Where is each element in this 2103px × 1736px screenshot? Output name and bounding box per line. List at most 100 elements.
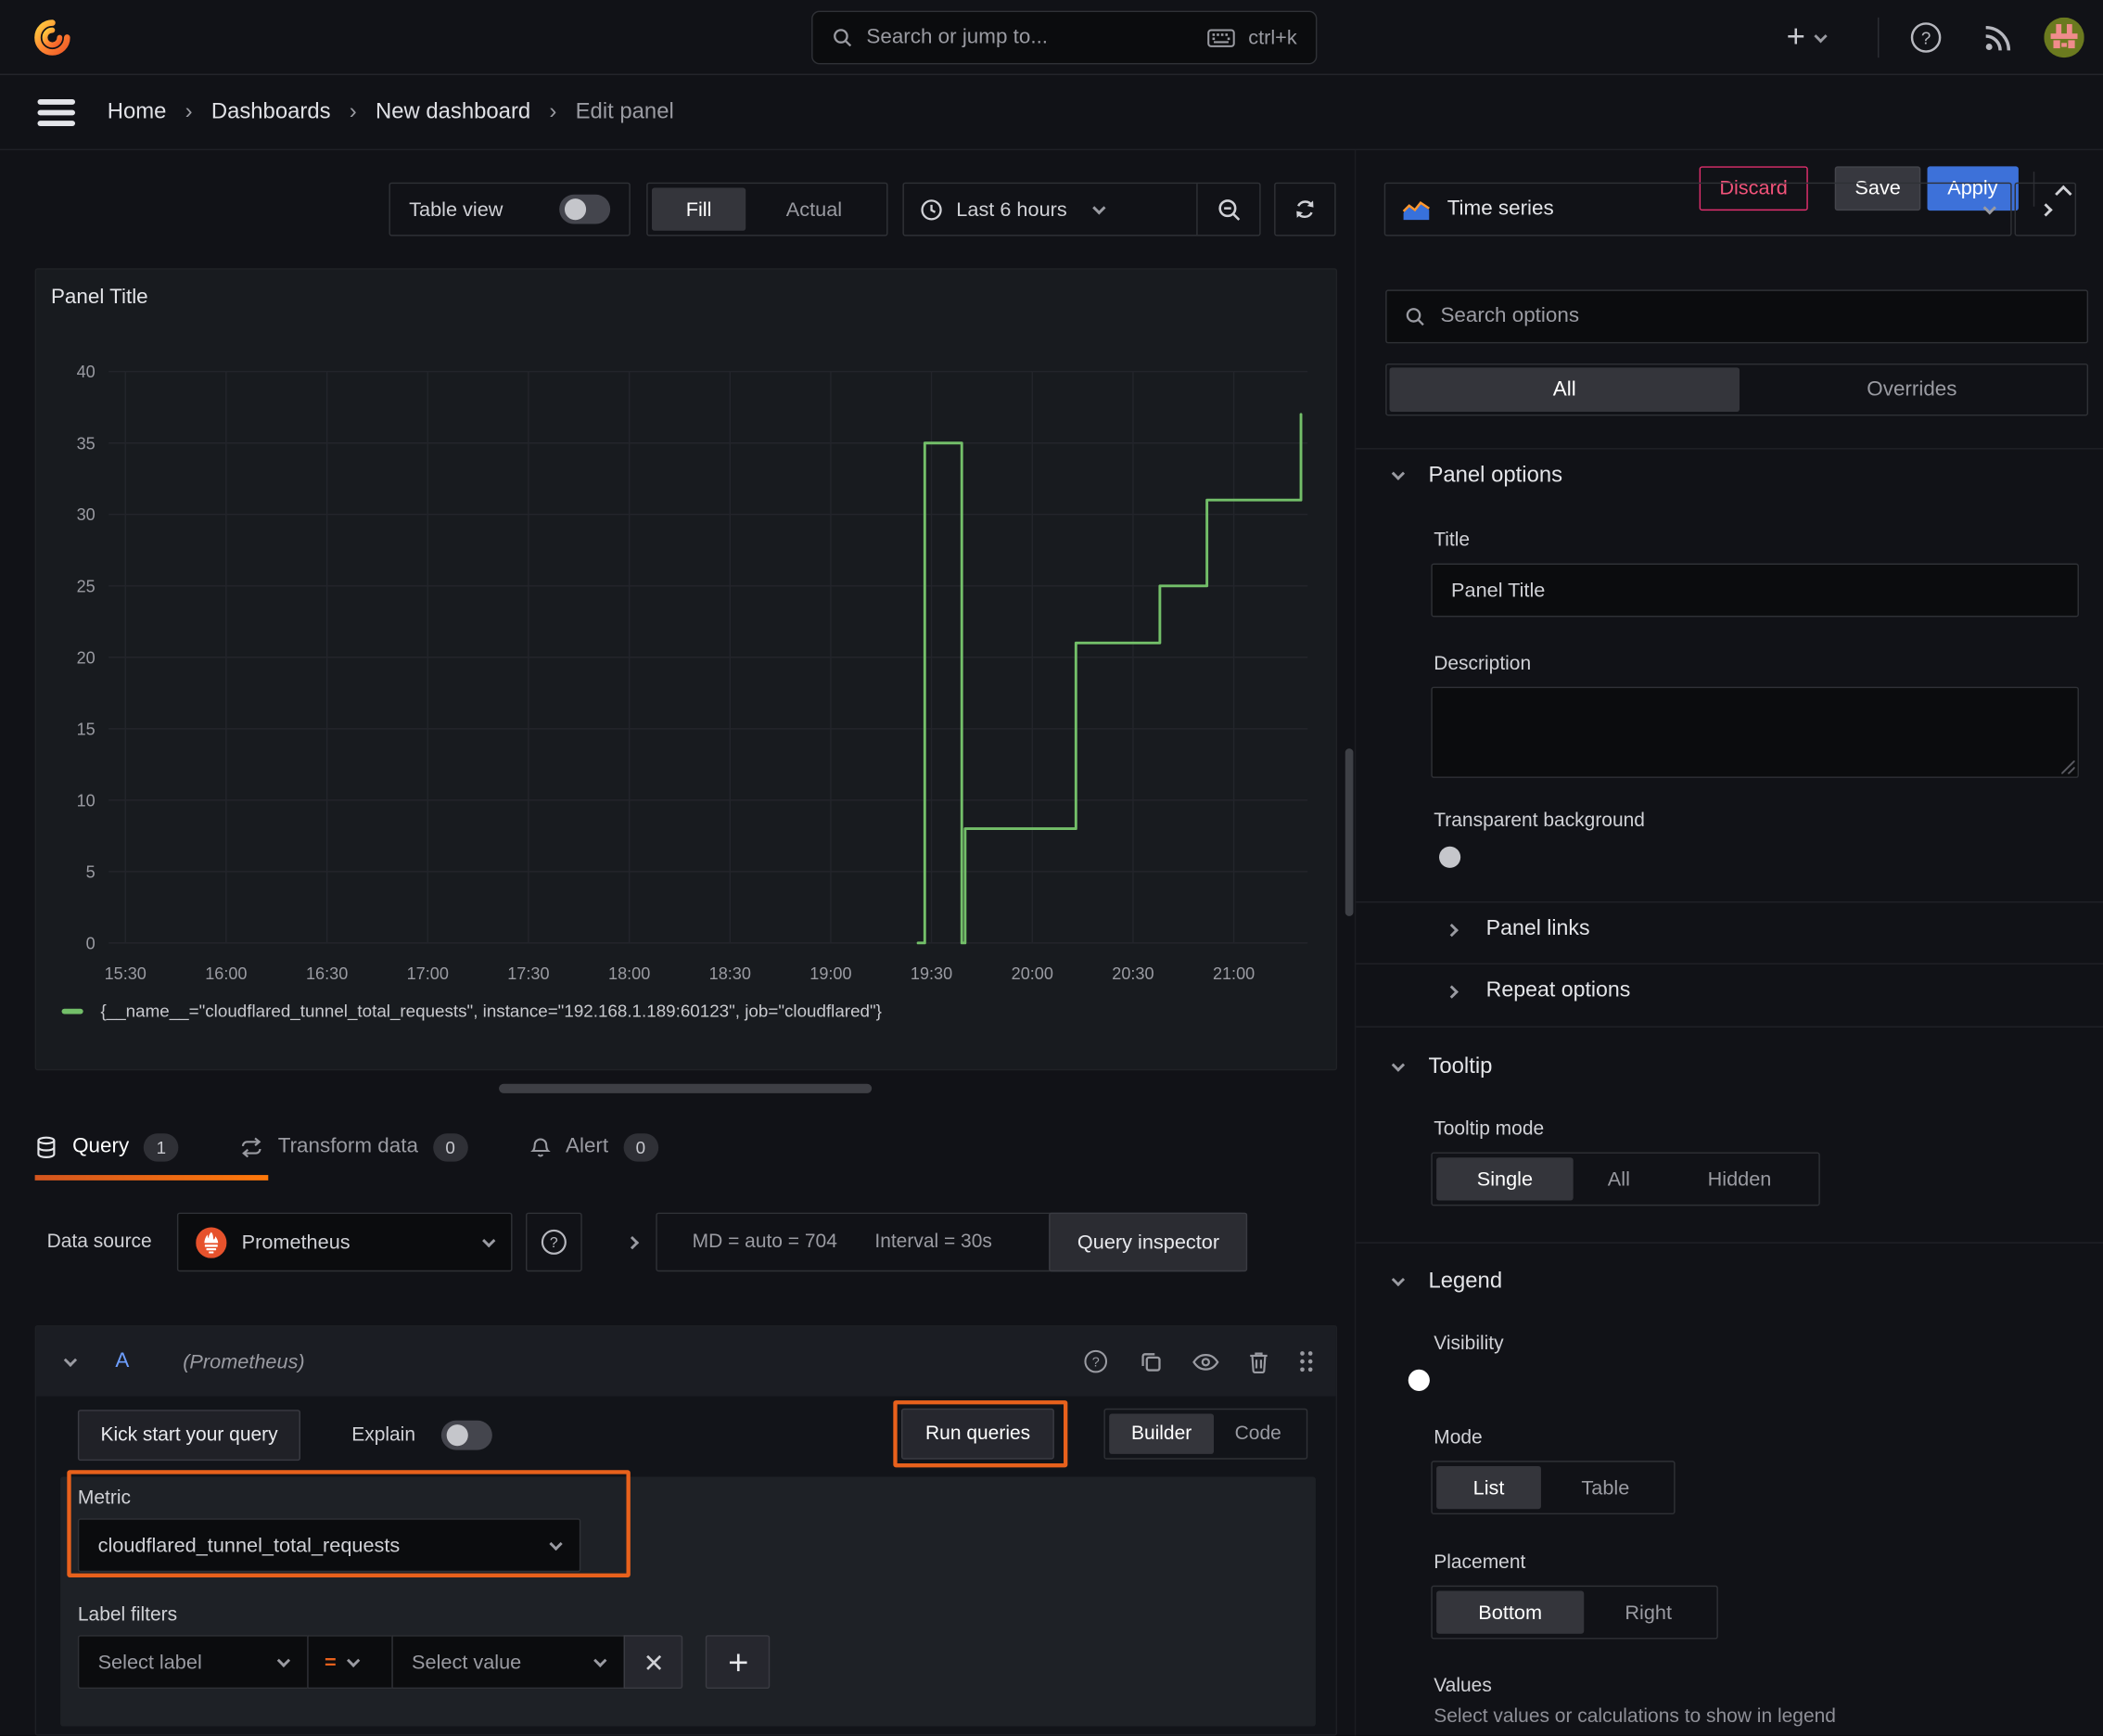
operator-dropdown[interactable]: = <box>307 1635 393 1690</box>
hamburger-menu-icon[interactable] <box>37 98 76 128</box>
table-view-control: Table view <box>389 182 631 236</box>
run-queries-button[interactable]: Run queries <box>901 1408 1055 1460</box>
grafana-edit-panel-page: Search or jump to... ctrl+k + ? Home › D… <box>0 0 2103 1736</box>
main-scrollbar[interactable] <box>1345 748 1354 916</box>
options-sidebar: Search options All Overrides Panel optio… <box>1354 150 2103 1736</box>
query-ref-id[interactable]: A <box>115 1349 129 1373</box>
description-textarea[interactable] <box>1431 686 2079 778</box>
tab-transform-count: 0 <box>432 1132 468 1161</box>
all-overrides-switch: All Overrides <box>1385 363 2089 416</box>
legend-swatch <box>61 1007 83 1014</box>
svg-text:18:30: 18:30 <box>709 964 751 983</box>
tab-transform-label: Transform data <box>277 1134 418 1158</box>
breadcrumb-new-dashboard[interactable]: New dashboard <box>376 99 530 124</box>
breadcrumb: Home › Dashboards › New dashboard › Edit… <box>108 75 674 149</box>
drag-handle-icon[interactable] <box>1298 1349 1314 1373</box>
tooltip-header[interactable]: Tooltip <box>1391 1054 1492 1079</box>
query-inspector-label: Query inspector <box>1077 1231 1220 1254</box>
expand-options-icon[interactable] <box>626 1235 640 1249</box>
repeat-options-header[interactable]: Repeat options <box>1445 979 1630 1003</box>
news-rss-icon[interactable] <box>1982 21 2015 54</box>
chart-legend[interactable]: {__name__="cloudflared_tunnel_total_requ… <box>61 1001 882 1021</box>
tab-alert-count: 0 <box>623 1132 658 1161</box>
add-new-button[interactable]: + <box>1787 19 1828 57</box>
chevron-down-icon <box>1091 200 1105 214</box>
datasource-picker[interactable]: Prometheus <box>177 1212 513 1272</box>
overrides-option[interactable]: Overrides <box>1740 367 2084 412</box>
query-help-icon[interactable]: ? <box>1082 1348 1109 1375</box>
placement-right-option[interactable]: Right <box>1584 1590 1713 1633</box>
top-nav-bar: Search or jump to... ctrl+k + ? <box>0 0 2103 76</box>
kick-start-button[interactable]: Kick start your query <box>77 1410 301 1462</box>
tooltip-mode-label: Tooltip mode <box>1434 1118 1545 1141</box>
svg-text:?: ? <box>550 1235 558 1251</box>
svg-text:19:30: 19:30 <box>911 964 952 983</box>
query-options-summary[interactable]: MD = auto = 704 Interval = 30s Query ins… <box>656 1212 1248 1272</box>
fill-label: Fill <box>685 198 712 221</box>
chevron-down-icon <box>549 1537 563 1551</box>
refresh-button[interactable] <box>1274 182 1336 236</box>
actual-label: Actual <box>785 198 843 221</box>
table-view-label: Table view <box>409 198 503 221</box>
tab-query-count: 1 <box>144 1132 179 1161</box>
placement-bottom-option[interactable]: Bottom <box>1436 1590 1585 1634</box>
legend-list-option[interactable]: List <box>1436 1465 1541 1510</box>
select-value-dropdown[interactable]: Select value <box>391 1635 626 1690</box>
collapse-query-icon[interactable] <box>63 1352 78 1367</box>
actual-option[interactable]: Actual <box>746 188 883 231</box>
hide-response-eye-icon[interactable] <box>1192 1351 1219 1372</box>
tooltip-hidden-option[interactable]: Hidden <box>1664 1157 1815 1200</box>
panel-options-header[interactable]: Panel options <box>1391 463 1563 488</box>
zoom-out-button[interactable] <box>1198 184 1260 235</box>
svg-text:16:00: 16:00 <box>205 964 247 983</box>
legend-mode-label: Mode <box>1434 1427 1483 1449</box>
metric-select[interactable]: cloudflared_tunnel_total_requests <box>77 1518 581 1573</box>
panel-options-title: Panel options <box>1428 463 1563 488</box>
options-search-box[interactable]: Search options <box>1385 289 2089 344</box>
delete-query-icon[interactable] <box>1249 1350 1269 1373</box>
query-inspector-button[interactable]: Query inspector <box>1049 1212 1248 1272</box>
builder-code-switch: Builder Code <box>1103 1408 1308 1460</box>
breadcrumb-dashboards[interactable]: Dashboards <box>211 99 331 124</box>
tab-query[interactable]: Query 1 <box>35 1132 200 1161</box>
global-search-box[interactable]: Search or jump to... ctrl+k <box>811 10 1318 65</box>
panel-links-header[interactable]: Panel links <box>1445 917 1590 941</box>
tab-alert[interactable]: Alert 0 <box>490 1132 680 1161</box>
grafana-logo-icon[interactable] <box>32 18 72 57</box>
code-option[interactable]: Code <box>1214 1414 1302 1454</box>
explain-toggle[interactable] <box>440 1420 492 1450</box>
select-label-dropdown[interactable]: Select label <box>77 1635 309 1690</box>
duplicate-query-icon[interactable] <box>1139 1349 1163 1373</box>
active-tab-underline <box>34 1175 269 1181</box>
panel-title[interactable]: Panel Title <box>51 286 148 310</box>
table-view-toggle[interactable] <box>559 194 611 224</box>
fill-option[interactable]: Fill <box>651 187 746 231</box>
tooltip-mode-switch: Single All Hidden <box>1431 1152 1820 1206</box>
legend-table-option[interactable]: Table <box>1541 1466 1670 1509</box>
panel-title-input[interactable]: Panel Title <box>1431 563 2079 618</box>
tooltip-single-option[interactable]: Single <box>1436 1157 1574 1201</box>
svg-text:30: 30 <box>77 505 96 524</box>
time-series-chart[interactable]: 0 5 10 15 20 25 30 35 40 15:30 16:00 16:30 17:00 17:3… <box>36 348 1336 1005</box>
breadcrumb-home[interactable]: Home <box>108 99 167 124</box>
tooltip-single-label: Single <box>1476 1168 1534 1191</box>
help-icon[interactable]: ? <box>1908 20 1944 56</box>
editor-tabs: Query 1 Transform data 0 Alert 0 <box>35 1114 1337 1181</box>
legend-series-label: {__name__="cloudflared_tunnel_total_requ… <box>100 1001 882 1021</box>
time-range-picker[interactable]: Last 6 hours <box>904 184 1196 235</box>
builder-option[interactable]: Builder <box>1109 1413 1215 1454</box>
legend-header[interactable]: Legend <box>1391 1269 1502 1294</box>
legend-list-label: List <box>1472 1475 1505 1500</box>
tooltip-all-option[interactable]: All <box>1574 1157 1664 1200</box>
user-avatar[interactable] <box>2044 17 2084 58</box>
datasource-help-button[interactable]: ? <box>526 1212 583 1272</box>
remove-filter-button[interactable] <box>623 1635 683 1690</box>
panel-resize-handle[interactable] <box>499 1083 873 1093</box>
chevron-down-icon <box>1391 1058 1406 1072</box>
tab-transform-data[interactable]: Transform data 0 <box>200 1132 490 1161</box>
max-data-points: MD = auto = 704 <box>692 1231 837 1253</box>
add-filter-button[interactable] <box>705 1635 771 1690</box>
svg-text:?: ? <box>1921 28 1931 47</box>
breadcrumb-separator: › <box>185 99 193 124</box>
all-option[interactable]: All <box>1389 367 1740 413</box>
